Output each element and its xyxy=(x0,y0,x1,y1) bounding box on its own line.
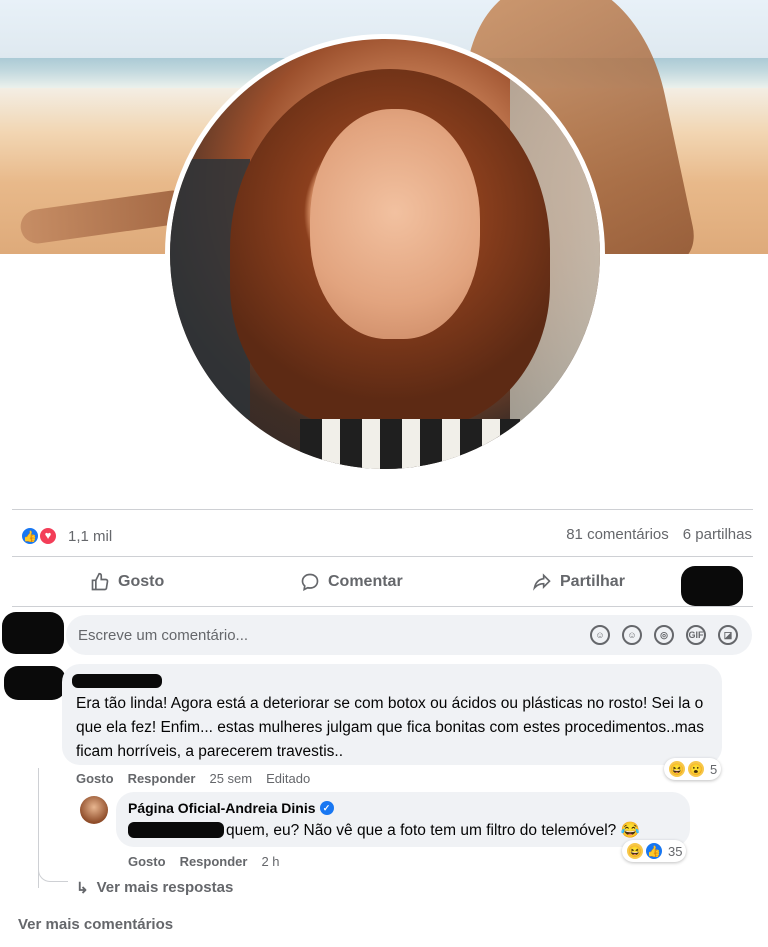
composer-tools: ☺ ☺ ◎ GIF ◪ xyxy=(590,625,738,645)
comment-meta: Gosto Responder 25 sem Editado xyxy=(76,771,310,786)
comment-composer[interactable]: Escreve um comentário... ☺ ☺ ◎ GIF ◪ xyxy=(66,615,752,655)
comment-bubble: Era tão linda! Agora está a deteriorar s… xyxy=(62,664,722,765)
verified-badge-icon: ✓ xyxy=(319,801,334,815)
comment-icon xyxy=(301,573,319,591)
like-reaction-icon: 👍 xyxy=(645,842,663,860)
camera-icon[interactable]: ◎ xyxy=(654,625,674,645)
divider-actions-bottom xyxy=(12,606,753,607)
sticker-icon[interactable]: ◪ xyxy=(718,625,738,645)
more-comments-link[interactable]: Ver mais comentários xyxy=(18,916,173,933)
reply-reply-link[interactable]: Responder xyxy=(180,854,248,869)
share-button[interactable]: Partilhar xyxy=(532,560,625,604)
comment-label: Comentar xyxy=(328,573,403,590)
like-reaction-icon[interactable]: 👍 xyxy=(20,526,40,546)
thumbs-up-icon xyxy=(91,572,109,591)
redacted-commenter-avatar xyxy=(4,666,66,700)
reply-bubble: Página Oficial-Andreia Dinis ✓ quem, eu?… xyxy=(116,792,690,847)
profile-picture[interactable] xyxy=(165,34,605,474)
reply-like-link[interactable]: Gosto xyxy=(128,854,166,869)
comment-input-placeholder[interactable]: Escreve um comentário... xyxy=(78,627,248,644)
redacted-user-avatar xyxy=(2,612,64,654)
reply-text: quem, eu? Não vê que a foto tem um filtr… xyxy=(226,822,640,839)
reply-author-name[interactable]: Página Oficial-Andreia Dinis xyxy=(128,800,316,816)
comments-count[interactable]: 81 comentários xyxy=(566,526,669,543)
comment-text: Era tão linda! Agora está a deteriorar s… xyxy=(76,695,705,760)
haha-reaction-icon: 😆 xyxy=(626,842,644,860)
shares-count[interactable]: 6 partilhas xyxy=(683,526,752,543)
redacted-mention xyxy=(128,822,224,838)
comment-edited: Editado xyxy=(266,771,311,786)
reply-time[interactable]: 2 h xyxy=(261,854,279,869)
share-label: Partilhar xyxy=(560,573,625,590)
wow-reaction-icon: 😮 xyxy=(687,760,705,778)
avatar-sticker-icon[interactable]: ☺ xyxy=(590,625,610,645)
like-button[interactable]: Gosto xyxy=(90,560,164,604)
post-actions: Gosto Comentar Partilhar xyxy=(12,560,753,604)
comment-reactions[interactable]: 😆 😮 5 xyxy=(664,758,722,780)
love-reaction-icon[interactable]: ♥ xyxy=(38,526,58,546)
redacted-avatar xyxy=(681,566,743,606)
reply-reaction-count: 35 xyxy=(668,843,683,859)
avatar-dress xyxy=(300,419,520,469)
reply-arrow-icon: ↳ xyxy=(76,880,89,897)
reply-reactions[interactable]: 😆 👍 35 xyxy=(622,840,687,862)
reply-meta: Gosto Responder 2 h xyxy=(128,854,280,869)
thread-curve xyxy=(38,862,68,882)
gif-icon[interactable]: GIF xyxy=(686,625,706,645)
haha-reaction-icon: 😆 xyxy=(668,760,686,778)
avatar-face xyxy=(310,109,480,339)
divider-top xyxy=(12,509,753,510)
comment-reply-link[interactable]: Responder xyxy=(128,771,196,786)
comment-reaction-count: 5 xyxy=(710,761,718,777)
post-stats: 👍 ♥ 1,1 mil 81 comentários 6 partilhas xyxy=(0,518,768,552)
comment-button[interactable]: Comentar xyxy=(300,560,403,604)
reply-author[interactable]: Página Oficial-Andreia Dinis ✓ xyxy=(128,800,334,816)
reply-author-avatar[interactable] xyxy=(80,796,108,824)
more-replies-label: Ver mais respostas xyxy=(96,879,234,896)
emoji-icon[interactable]: ☺ xyxy=(622,625,642,645)
reactions-count[interactable]: 1,1 mil xyxy=(68,528,112,545)
share-icon xyxy=(533,573,551,591)
redacted-commenter-name xyxy=(72,674,162,688)
divider-actions-top xyxy=(12,556,753,557)
comment-time[interactable]: 25 sem xyxy=(209,771,252,786)
more-replies-link[interactable]: ↳ Ver mais respostas xyxy=(76,879,233,897)
like-label: Gosto xyxy=(118,573,165,590)
comment-like-link[interactable]: Gosto xyxy=(76,771,114,786)
